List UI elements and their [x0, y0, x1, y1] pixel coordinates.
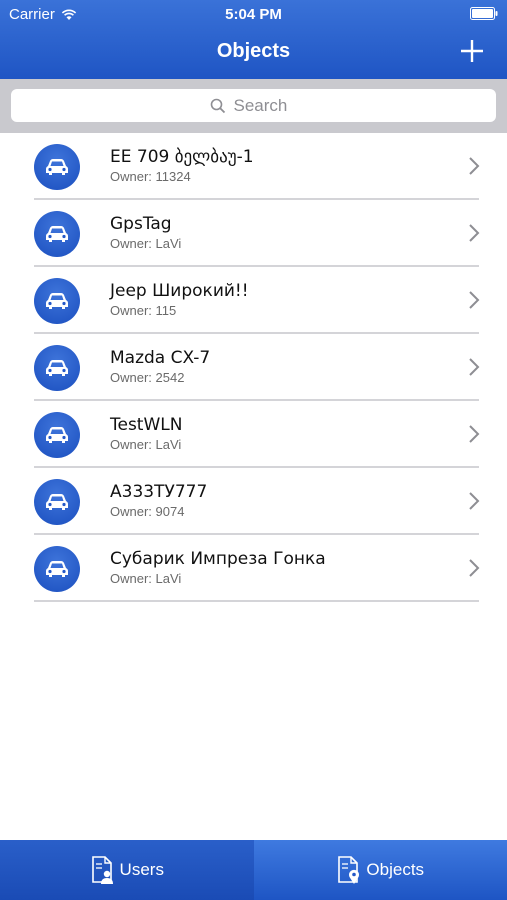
tab-users[interactable]: Users: [0, 840, 254, 900]
object-name: Субарик Импреза Гонка: [110, 549, 326, 569]
list-item[interactable]: EE 709 ბელბაუ-1 Owner: 11324: [0, 133, 507, 200]
object-owner: Owner: LaVi: [110, 437, 182, 452]
page-title: Objects: [216, 40, 291, 62]
tab-bar: Users Objects: [0, 840, 507, 900]
car-avatar: [34, 412, 80, 458]
car-icon: [46, 226, 68, 242]
car-avatar: [34, 211, 80, 257]
chevron-right-icon: [469, 224, 480, 242]
car-icon: [46, 159, 68, 175]
list-item[interactable]: GpsTag Owner: LaVi: [0, 200, 507, 267]
row-divider: [34, 600, 479, 602]
object-name: TestWLN: [110, 415, 183, 435]
list-item[interactable]: TestWLN Owner: LaVi: [0, 401, 507, 468]
tab-objects[interactable]: Objects: [253, 840, 507, 900]
chevron-right-icon: [469, 559, 480, 577]
objects-list: EE 709 ბელბაუ-1 Owner: 11324 GpsTag Owne…: [0, 133, 507, 602]
object-name: GpsTag: [110, 214, 172, 234]
object-name: А333ТУ777: [110, 482, 208, 502]
object-name: Jeep Широкий!!: [110, 281, 249, 301]
object-name: Mazda CX-7: [110, 348, 211, 368]
car-icon: [46, 561, 68, 577]
object-owner: Owner: 115: [110, 303, 177, 318]
object-owner: Owner: 2542: [110, 370, 185, 385]
object-name: EE 709 ბელბაუ-1: [110, 147, 254, 167]
chevron-right-icon: [469, 425, 480, 443]
list-item[interactable]: Mazda CX-7 Owner: 2542: [0, 334, 507, 401]
chevron-right-icon: [469, 291, 480, 309]
car-avatar: [34, 345, 80, 391]
status-bar: Carrier 5:04 PM: [0, 0, 507, 28]
car-avatar: [34, 479, 80, 525]
search-input[interactable]: [233, 95, 298, 116]
list-item[interactable]: Субарик Импреза Гонка Owner: LaVi: [0, 535, 507, 602]
status-time: 5:04 PM: [225, 6, 282, 23]
object-owner: Owner: 11324: [110, 169, 191, 184]
search-bar-container: [0, 79, 507, 133]
car-icon: [46, 427, 68, 443]
object-owner: Owner: 9074: [110, 504, 185, 519]
location-document-icon: [338, 856, 360, 884]
car-avatar: [34, 278, 80, 324]
chevron-right-icon: [469, 492, 480, 510]
chevron-right-icon: [469, 157, 480, 175]
object-owner: Owner: LaVi: [110, 236, 182, 251]
search-icon: [210, 98, 225, 113]
object-owner: Owner: LaVi: [110, 571, 182, 586]
search-field[interactable]: [11, 89, 496, 122]
car-icon: [46, 293, 68, 309]
add-object-button[interactable]: [457, 36, 487, 66]
tab-objects-label: Objects: [366, 860, 425, 879]
chevron-right-icon: [469, 358, 480, 376]
car-avatar: [34, 546, 80, 592]
battery-icon: [470, 7, 498, 20]
car-icon: [46, 494, 68, 510]
list-item[interactable]: Jeep Широкий!! Owner: 115: [0, 267, 507, 334]
car-icon: [46, 360, 68, 376]
list-item[interactable]: А333ТУ777 Owner: 9074: [0, 468, 507, 535]
user-document-icon: [91, 856, 113, 884]
tab-users-label: Users: [119, 860, 164, 879]
car-avatar: [34, 144, 80, 190]
navigation-header: Carrier 5:04 PM Objects: [0, 0, 507, 79]
